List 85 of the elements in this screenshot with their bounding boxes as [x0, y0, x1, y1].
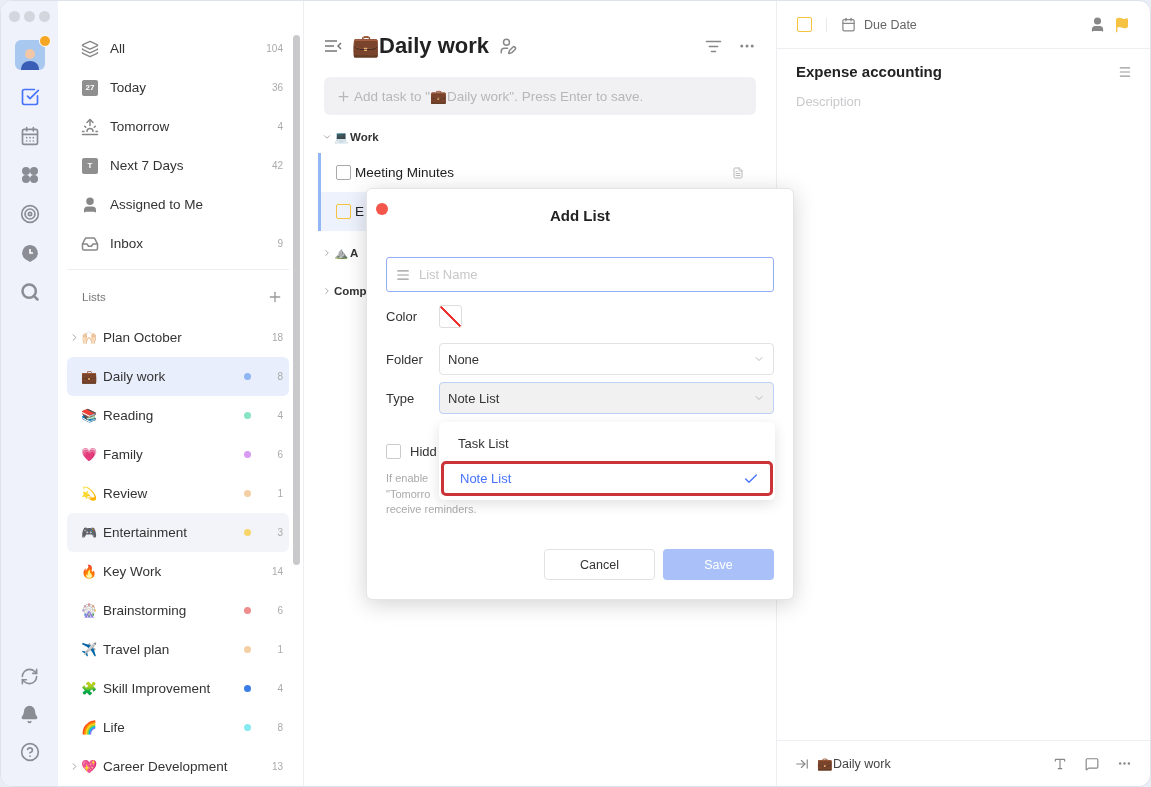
sync-icon — [20, 666, 39, 686]
type-select[interactable]: Note List — [439, 382, 774, 414]
target-icon — [19, 204, 40, 224]
smart-list-item[interactable]: 27 Today 36 — [67, 68, 289, 107]
lines-icon — [396, 268, 410, 282]
section-name[interactable]: Comp — [334, 285, 367, 297]
list-item[interactable]: 🌈 Life 8 — [67, 708, 289, 747]
list-item[interactable]: 💫 Review 1 — [67, 474, 289, 513]
note-icon — [732, 166, 744, 179]
window-close-control[interactable] — [9, 11, 20, 22]
section-name[interactable]: Work — [350, 131, 379, 143]
person-icon — [81, 195, 99, 214]
section-name[interactable]: A — [350, 247, 359, 259]
section-emoji: ⛰ — [334, 246, 348, 260]
folder-label: Folder — [386, 351, 424, 367]
list-item[interactable]: 🎡 Brainstorming 6 — [67, 591, 289, 630]
avatar[interactable] — [14, 40, 45, 70]
inbox-icon — [81, 234, 99, 253]
hint-text: "Tomorro — [386, 486, 431, 502]
list-item[interactable]: 📚 Reading 4 — [67, 396, 289, 435]
add-icon[interactable] — [267, 289, 283, 305]
dialog-title: Add List — [549, 207, 611, 224]
list-name-field[interactable]: List Name — [386, 257, 774, 292]
lists-heading: Lists — [82, 291, 106, 303]
flag-icon[interactable] — [1114, 16, 1130, 33]
menu-icon[interactable] — [1118, 64, 1132, 79]
window-zoom-control[interactable] — [39, 11, 50, 22]
stack-icon — [81, 39, 99, 58]
assignee-icon[interactable] — [1089, 16, 1106, 33]
clock-pin-icon — [19, 243, 40, 263]
list-name[interactable]: 💼Daily work — [817, 756, 1045, 771]
hidden-label: Hidd — [410, 444, 437, 459]
add-task-placeholder: Add task to "💼Daily work". Press Enter to save. — [354, 88, 644, 104]
text-format-icon[interactable] — [1053, 756, 1067, 771]
smart-list-item[interactable]: T Next 7 Days 42 — [67, 146, 289, 185]
search-icon — [19, 282, 40, 302]
calendar-icon — [19, 126, 40, 146]
calendar-day-icon: 27 — [82, 79, 98, 96]
color-label: Color — [386, 309, 419, 324]
tasks-icon — [19, 87, 40, 107]
task-title[interactable]: Expense accounting — [796, 63, 1118, 80]
list-item[interactable]: 💼 Daily work 8 — [67, 357, 289, 396]
list-title: 💼Daily work — [352, 33, 490, 59]
task-checkbox[interactable] — [336, 204, 351, 219]
comment-icon[interactable] — [1085, 756, 1099, 771]
list-item[interactable]: 🎮 Entertainment 3 — [67, 513, 289, 552]
smart-list-item[interactable]: All 104 — [67, 29, 289, 68]
section-emoji: 💻 — [334, 130, 348, 144]
window-minimize-control[interactable] — [24, 11, 35, 22]
smart-list-item[interactable]: Inbox 9 — [67, 224, 289, 263]
menu-item[interactable]: Task List — [439, 426, 775, 461]
plus-icon — [336, 88, 351, 104]
list-item[interactable]: 💖 Career Development 13 — [67, 747, 289, 786]
task-checkbox[interactable] — [336, 165, 351, 180]
list-item[interactable]: 🙌🏻 Plan October 18 — [67, 318, 289, 357]
list-item[interactable]: 🔥 Key Work 14 — [67, 552, 289, 591]
calendar-icon[interactable] — [841, 17, 856, 32]
chevron-icon[interactable] — [322, 132, 332, 142]
share-icon[interactable] — [499, 37, 518, 55]
hidden-checkbox[interactable] — [386, 444, 401, 459]
list-item[interactable]: 💗 Family 6 — [67, 435, 289, 474]
task-checkbox[interactable] — [797, 17, 812, 32]
smart-list-item[interactable]: Tomorrow 4 — [67, 107, 289, 146]
due-date-button[interactable]: Due Date — [864, 17, 1081, 32]
hint-text: If enable — [386, 471, 429, 486]
move-icon[interactable] — [795, 756, 809, 771]
close-button[interactable] — [376, 203, 388, 215]
bell-icon — [20, 704, 39, 724]
sunrise-icon — [81, 117, 99, 136]
hint-text: receive reminders. — [386, 502, 477, 517]
cancel-button[interactable]: Cancel — [544, 549, 655, 580]
type-label: Type — [386, 390, 416, 406]
menu-item[interactable]: Note List — [441, 461, 773, 496]
list-item[interactable]: ✈ Travel plan 1 — [67, 630, 289, 669]
chevron-icon[interactable] — [322, 248, 332, 258]
grid-icon — [19, 165, 40, 185]
chevron-icon[interactable] — [322, 286, 332, 296]
help-icon — [19, 742, 40, 762]
folder-select[interactable]: None — [439, 343, 774, 375]
scrollbar[interactable] — [293, 35, 300, 565]
list-item[interactable]: 🧩 Skill Improvement 4 — [67, 669, 289, 708]
color-swatch[interactable] — [439, 305, 462, 328]
smart-list-item[interactable]: Assigned to Me — [67, 185, 289, 224]
collapse-sidebar-icon[interactable] — [324, 39, 342, 53]
calendar-week-icon: T — [82, 157, 98, 174]
